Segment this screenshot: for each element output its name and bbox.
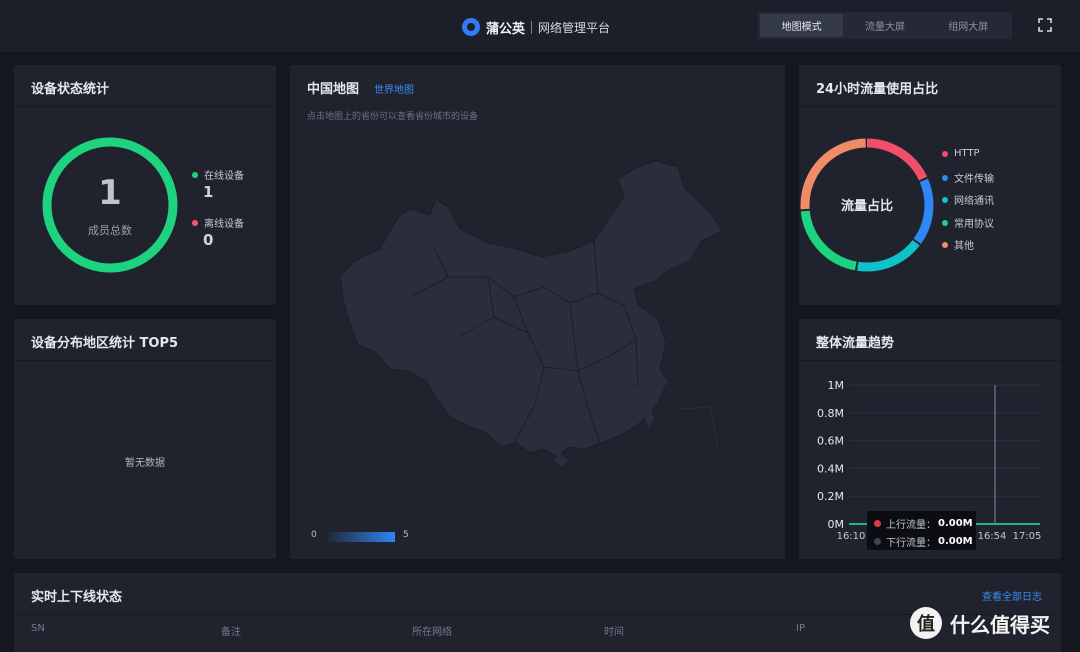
- down-value: 0.00M: [938, 536, 973, 547]
- legend-dot: [942, 219, 948, 226]
- divider: [14, 360, 276, 361]
- fullscreen-icon[interactable]: [1038, 18, 1052, 32]
- x-tick-label: 16:10: [837, 531, 866, 542]
- card-title: 设备分布地区统计 TOP5: [31, 336, 179, 351]
- offline-legend: 离线设备: [192, 215, 244, 230]
- column-header-network: 所在网络: [412, 627, 452, 638]
- down-dot: [874, 538, 881, 545]
- column-header-time: 时间: [604, 627, 624, 638]
- offline-dot: [192, 219, 198, 226]
- device-status-card: 设备状态统计 1 成员总数 在线设备 1 离线设备 0: [14, 65, 276, 305]
- scale-min-label: 0: [311, 530, 317, 540]
- offline-count: 0: [203, 231, 214, 249]
- legend-dot: [942, 150, 948, 157]
- member-total-label: 成员总数: [88, 224, 132, 237]
- scale-gradient[interactable]: [325, 532, 395, 542]
- legend-dot: [942, 241, 948, 248]
- card-title: 24小时流量使用占比: [816, 82, 939, 97]
- offline-label: 离线设备: [204, 219, 244, 230]
- up-label: 上行流量：: [886, 520, 936, 531]
- legend-dot: [942, 174, 948, 181]
- china-map[interactable]: [338, 157, 728, 467]
- online-label: 在线设备: [204, 171, 244, 182]
- chart-tooltip: 上行流量： 0.00M 下行流量： 0.00M: [867, 511, 976, 550]
- top-bar: 蒲公英 网络管理平台 地图模式 流量大屏 组网大屏: [0, 0, 1080, 52]
- member-total: 1: [98, 173, 122, 213]
- column-header-ip: IP: [796, 623, 805, 634]
- y-tick-label: 0.6M: [817, 435, 844, 448]
- watermark-text: 什么值得买: [950, 612, 1050, 637]
- card-title: 实时上下线状态: [31, 590, 123, 605]
- legend-http[interactable]: HTTP: [942, 148, 980, 159]
- legend-label: 文件传输: [954, 174, 994, 185]
- brand-subtitle: 网络管理平台: [538, 20, 611, 35]
- y-tick-label: 0M: [828, 518, 845, 531]
- card-title: 设备状态统计: [31, 82, 110, 97]
- mode-switch: 地图模式 流量大屏 组网大屏: [758, 12, 1012, 39]
- traffic-share-card: 24小时流量使用占比 流量占比 HTTP 文件传输 网络通讯 常用协议 其他: [799, 65, 1061, 305]
- realtime-status-card: 实时上下线状态 查看全部日志 SN 备注 所在网络 时间 IP: [14, 573, 1061, 652]
- y-tick-label: 0.4M: [817, 462, 844, 475]
- tooltip-up-row: 上行流量： 0.00M: [874, 516, 973, 531]
- divider: [799, 106, 1061, 107]
- brand-divider: [531, 20, 533, 34]
- legend-other[interactable]: 其他: [942, 237, 974, 252]
- legend-label: 其他: [954, 241, 974, 252]
- world-map-link[interactable]: 世界地图: [374, 81, 414, 96]
- brand[interactable]: 蒲公英 网络管理平台: [462, 16, 610, 38]
- donut-center-label: 流量占比: [840, 199, 893, 214]
- brand-name: 蒲公英: [486, 21, 526, 37]
- empty-state-text: 暂无数据: [125, 458, 165, 469]
- y-tick-label: 0.8M: [817, 407, 844, 420]
- legend-file-transfer[interactable]: 文件传输: [942, 170, 994, 185]
- column-header-remark: 备注: [221, 627, 241, 638]
- scale-max-label: 5: [403, 530, 409, 540]
- x-tick-label: 16:54: [978, 531, 1007, 542]
- tab-network-screen[interactable]: 组网大屏: [927, 14, 1010, 37]
- column-header-sn: SN: [31, 623, 45, 634]
- up-dot: [874, 520, 881, 527]
- online-legend: 在线设备: [192, 167, 244, 182]
- legend-label: 网络通讯: [954, 196, 994, 207]
- down-label: 下行流量：: [886, 538, 936, 549]
- watermark-logo-icon: 值: [910, 607, 942, 639]
- legend-label: HTTP: [954, 148, 980, 159]
- legend-dot: [942, 196, 948, 203]
- tab-map-mode[interactable]: 地图模式: [760, 14, 844, 37]
- region-top5-card: 设备分布地区统计 TOP5 暂无数据: [14, 319, 276, 559]
- tab-traffic-screen[interactable]: 流量大屏: [843, 14, 926, 37]
- map-hint: 点击地图上的省份可以查看省份城市的设备: [307, 112, 479, 122]
- online-dot: [192, 171, 198, 178]
- china-map-card: 中国地图 世界地图 点击地图上的省份可以查看省份城市的设备 0 5: [290, 65, 785, 559]
- legend-network-comm[interactable]: 网络通讯: [942, 192, 994, 207]
- legend-label: 常用协议: [954, 219, 994, 230]
- y-tick-label: 0.2M: [817, 490, 844, 503]
- divider: [14, 106, 276, 107]
- divider: [14, 614, 1061, 615]
- y-tick-label: 1M: [828, 379, 845, 392]
- x-tick-label: 17:05: [1013, 531, 1042, 542]
- card-title: 中国地图: [307, 82, 360, 97]
- view-all-logs-link[interactable]: 查看全部日志: [982, 588, 1042, 603]
- up-value: 0.00M: [938, 518, 973, 529]
- dandelion-logo-icon: [462, 18, 480, 36]
- legend-common-protocol[interactable]: 常用协议: [942, 215, 994, 230]
- online-count: 1: [203, 183, 214, 201]
- tooltip-down-row: 下行流量： 0.00M: [874, 534, 973, 549]
- watermark: 值 什么值得买: [910, 607, 1050, 639]
